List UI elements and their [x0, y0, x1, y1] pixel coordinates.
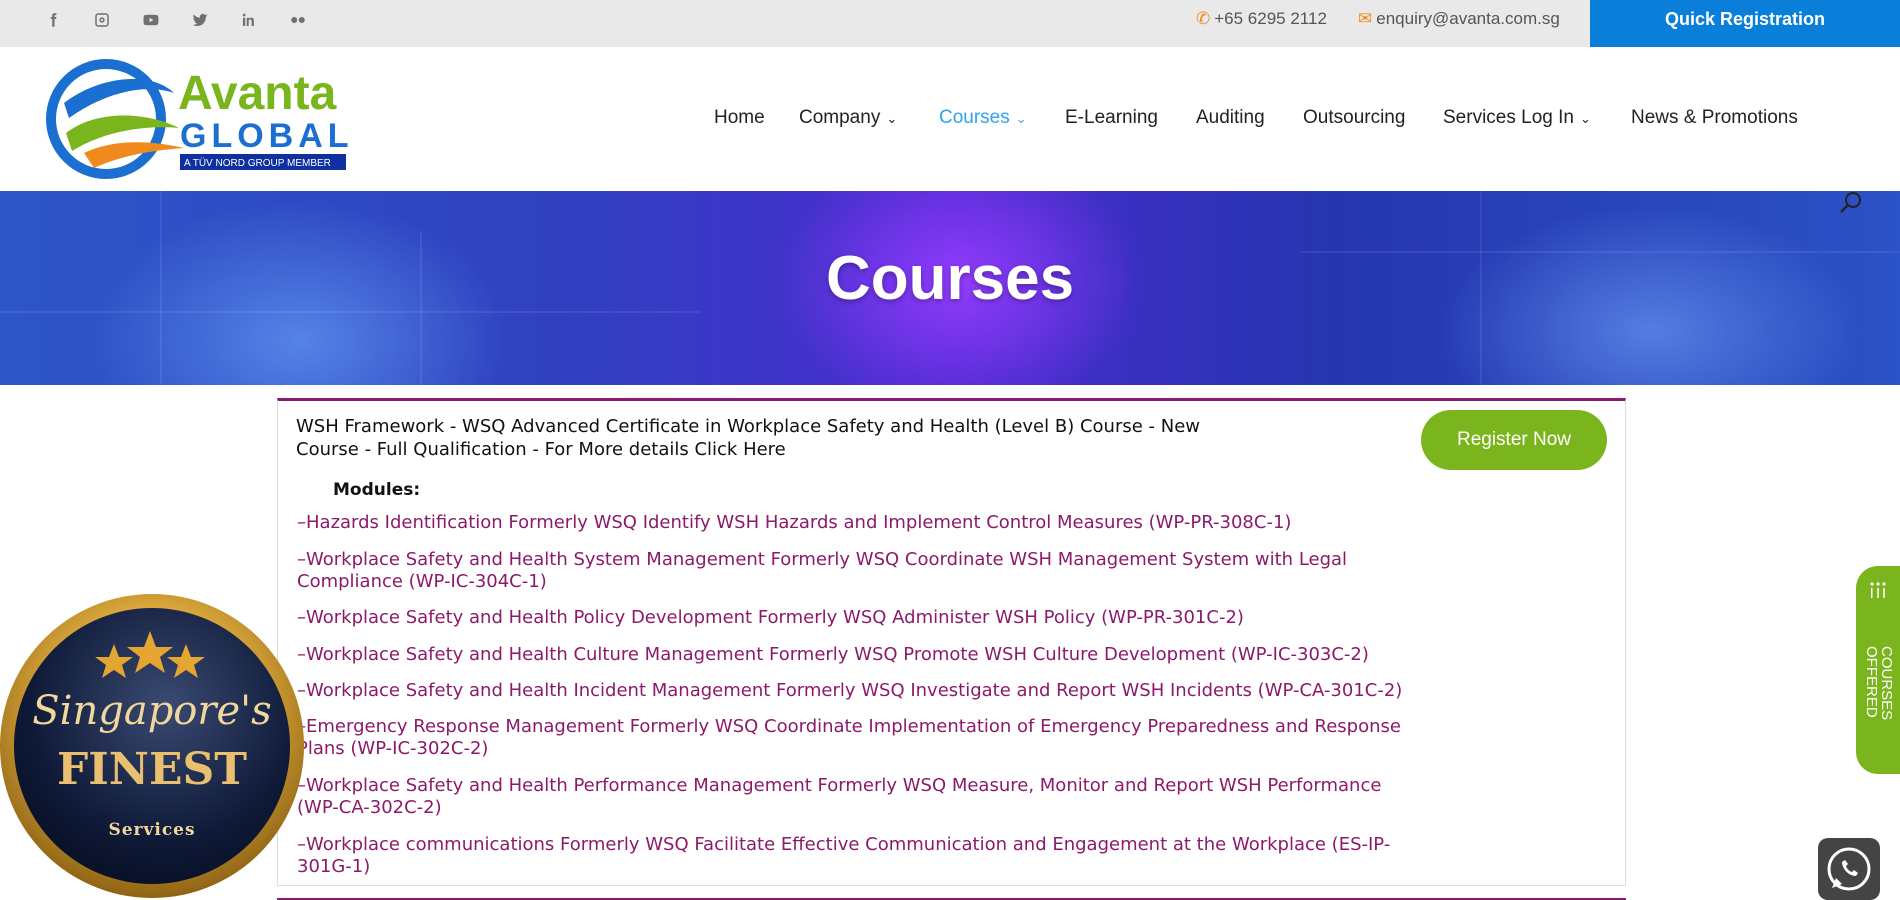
phone-number: +65 6295 2112 — [1214, 9, 1327, 28]
envelope-icon: ✉ — [1358, 9, 1373, 28]
nav-item-outsourcing[interactable]: Outsourcing — [1303, 107, 1405, 129]
chevron-down-icon: ⌄ — [1015, 111, 1027, 126]
chevron-down-icon: ⌄ — [1579, 111, 1591, 126]
badge-line-singapores: Singapore's — [32, 688, 271, 734]
top-bar: ✆ +65 6295 2112 ✉ enquiry@avanta.com.sg Qu… — [0, 0, 1900, 47]
facebook-icon[interactable] — [44, 8, 93, 32]
email-address: enquiry@avanta.com.sg — [1376, 9, 1560, 28]
badge-line-services: Services — [108, 820, 195, 840]
nav-label: Outsourcing — [1303, 107, 1406, 128]
nav-label: Auditing — [1196, 107, 1265, 128]
youtube-icon[interactable] — [142, 8, 191, 32]
search-icon[interactable] — [1838, 190, 1864, 216]
list-icon — [1870, 582, 1886, 598]
nav-label: Services Log In — [1443, 107, 1574, 128]
nav-label: Courses — [939, 107, 1010, 128]
module-link[interactable]: –Workplace communications Formerly WSQ F… — [297, 834, 1427, 878]
social-links — [44, 8, 338, 32]
instagram-icon[interactable] — [93, 8, 142, 32]
modules-heading: Modules: — [333, 480, 421, 500]
singapores-finest-badge[interactable]: Singapore's FINEST Services — [0, 591, 310, 900]
nav-item-auditing[interactable]: Auditing — [1196, 107, 1265, 129]
module-link[interactable]: –Workplace Safety and Health Policy Deve… — [297, 607, 1427, 629]
nav-item-company[interactable]: Company ⌄ — [799, 107, 897, 129]
logo-tagline: A TÜV NORD GROUP MEMBER — [184, 157, 331, 169]
nav-label: E-Learning — [1065, 107, 1158, 128]
site-header: Avanta GLOBAL A TÜV NORD GROUP MEMBER Ho… — [0, 47, 1900, 191]
badge-line-finest: FINEST — [57, 744, 247, 795]
module-link[interactable]: –Emergency Response Management Formerly … — [297, 716, 1427, 760]
module-link[interactable]: –Workplace Safety and Health Incident Ma… — [297, 680, 1427, 702]
register-now-button[interactable]: Register Now — [1421, 410, 1607, 470]
course-title-link[interactable]: WSH Framework - WSQ Advanced Certificate… — [296, 415, 1226, 461]
flickr-icon[interactable] — [289, 8, 338, 32]
nav-item-news-promotions[interactable]: News & Promotions — [1631, 107, 1798, 129]
nav-label: News & Promotions — [1631, 107, 1798, 128]
nav-label: Company — [799, 107, 881, 128]
nav-item-e-learning[interactable]: E-Learning — [1065, 107, 1158, 129]
page-hero-banner: Courses — [0, 191, 1900, 385]
linkedin-icon[interactable] — [240, 8, 289, 32]
whatsapp-icon — [1827, 847, 1871, 891]
module-link[interactable]: –Workplace Safety and Health Performance… — [297, 775, 1427, 819]
nav-item-home[interactable]: Home — [714, 107, 765, 129]
courses-offered-label: COURSES OFFERED — [1863, 646, 1895, 721]
phone-icon: ✆ — [1196, 9, 1211, 28]
page-title: Courses — [825, 244, 1075, 313]
whatsapp-chat-button[interactable] — [1818, 838, 1880, 900]
main-nav: Home Company ⌄ Courses ⌄ E-Learning Auditi… — [0, 107, 1900, 137]
module-link[interactable]: –Workplace Safety and Health Culture Man… — [297, 644, 1427, 666]
module-link[interactable]: –Hazards Identification Formerly WSQ Ide… — [297, 512, 1427, 534]
courses-offered-tab[interactable]: COURSES OFFERED — [1856, 566, 1900, 774]
twitter-icon[interactable] — [191, 8, 240, 32]
email-link[interactable]: ✉ enquiry@avanta.com.sg — [1358, 9, 1560, 29]
chevron-down-icon: ⌄ — [886, 111, 898, 126]
module-link[interactable]: –Workplace Safety and Health System Mana… — [297, 549, 1427, 593]
phone-link[interactable]: ✆ +65 6295 2112 — [1196, 9, 1327, 29]
nav-item-courses[interactable]: Courses ⌄ — [939, 107, 1027, 129]
course-card: WSH Framework - WSQ Advanced Certificate… — [277, 398, 1626, 886]
nav-label: Home — [714, 107, 765, 128]
quick-registration-button[interactable]: Quick Registration — [1590, 0, 1900, 47]
nav-item-services-log-in[interactable]: Services Log In ⌄ — [1443, 107, 1591, 129]
